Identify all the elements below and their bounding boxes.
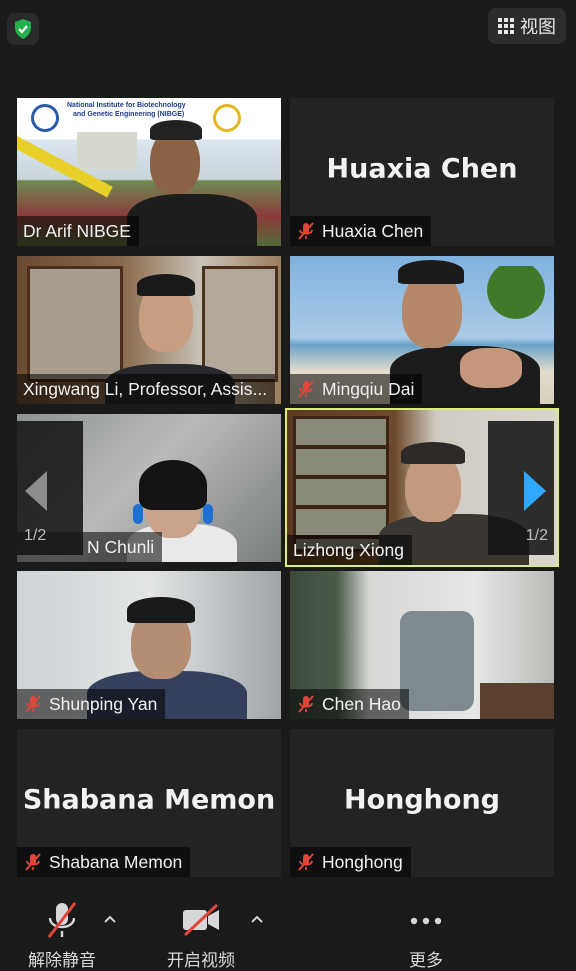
muted-mic-icon (25, 695, 41, 713)
arrow-left-icon (25, 471, 47, 511)
participant-label: Honghong (290, 847, 411, 877)
participant-display-name: Shabana Memon (22, 784, 276, 816)
video-tile-mingqiu-dai[interactable]: Mingqiu Dai (290, 256, 554, 404)
video-tile-xingwang-li[interactable]: Xingwang Li, Professor, Assis... (17, 256, 281, 404)
participant-display-name: Huaxia Chen (326, 153, 518, 185)
office-chair (400, 611, 474, 711)
participant-label: Shunping Yan (17, 689, 166, 719)
page-indicator-right: 1/2 (525, 527, 548, 544)
previous-page-button[interactable]: 1/2 (17, 421, 83, 555)
nibge-logo-right (213, 104, 241, 132)
building-image (77, 132, 137, 170)
nibge-logo-left (31, 104, 59, 132)
meeting-toolbar: 解除静音 开启视频 更多 (0, 893, 576, 970)
arrow-right-icon (524, 471, 546, 511)
more-dots-icon (410, 917, 442, 925)
palm-tree (486, 266, 546, 346)
participant-label: Chen Hao (290, 689, 409, 719)
muted-mic-icon (298, 695, 314, 713)
video-off-icon (183, 903, 219, 937)
participant-display-name: Honghong (343, 784, 500, 816)
view-label: 视图 (520, 17, 556, 37)
participant-label: Xingwang Li, Professor, Assis... (17, 374, 276, 404)
participant-label: Shabana Memon (17, 847, 191, 877)
video-tile-chen-hao[interactable]: Chen Hao (290, 571, 554, 719)
security-shield-icon[interactable] (7, 13, 39, 45)
unmute-label: 解除静音 (28, 951, 96, 970)
more-label: 更多 (409, 951, 443, 970)
participant-label: Dr Arif NIBGE (17, 216, 139, 246)
video-tile-shunping-yan[interactable]: Shunping Yan (17, 571, 281, 719)
view-button[interactable]: 视图 (488, 8, 566, 44)
muted-mic-icon (298, 853, 314, 871)
banner-text-1: National Institute for Biotechnology (67, 102, 186, 109)
participant-label: Lizhong Xiong (287, 535, 412, 565)
muted-mic-icon (298, 380, 314, 398)
start-video-label: 开启视频 (167, 951, 235, 970)
video-tile-huaxia-chen[interactable]: Huaxia Chen Huaxia Chen (290, 98, 554, 246)
muted-mic-icon (298, 222, 314, 240)
participant-label: Huaxia Chen (290, 216, 432, 246)
grid-icon (498, 18, 514, 34)
page-indicator-left: 1/2 (24, 527, 47, 544)
video-tile-shabana-memon[interactable]: Shabana Memon Shabana Memon (17, 729, 281, 877)
mic-off-icon (47, 902, 77, 938)
video-options-chevron-icon[interactable] (251, 910, 263, 926)
video-tile-dr-arif[interactable]: National Institute for Biotechnology and… (17, 98, 281, 246)
video-tile-honghong[interactable]: Honghong Honghong (290, 729, 554, 877)
participant-label: Mingqiu Dai (290, 374, 423, 404)
next-page-button[interactable]: 1/2 (488, 421, 554, 555)
muted-mic-icon (25, 853, 41, 871)
audio-options-chevron-icon[interactable] (104, 910, 116, 926)
banner-text-2: and Genetic Engineering (NIBGE) (73, 111, 185, 118)
